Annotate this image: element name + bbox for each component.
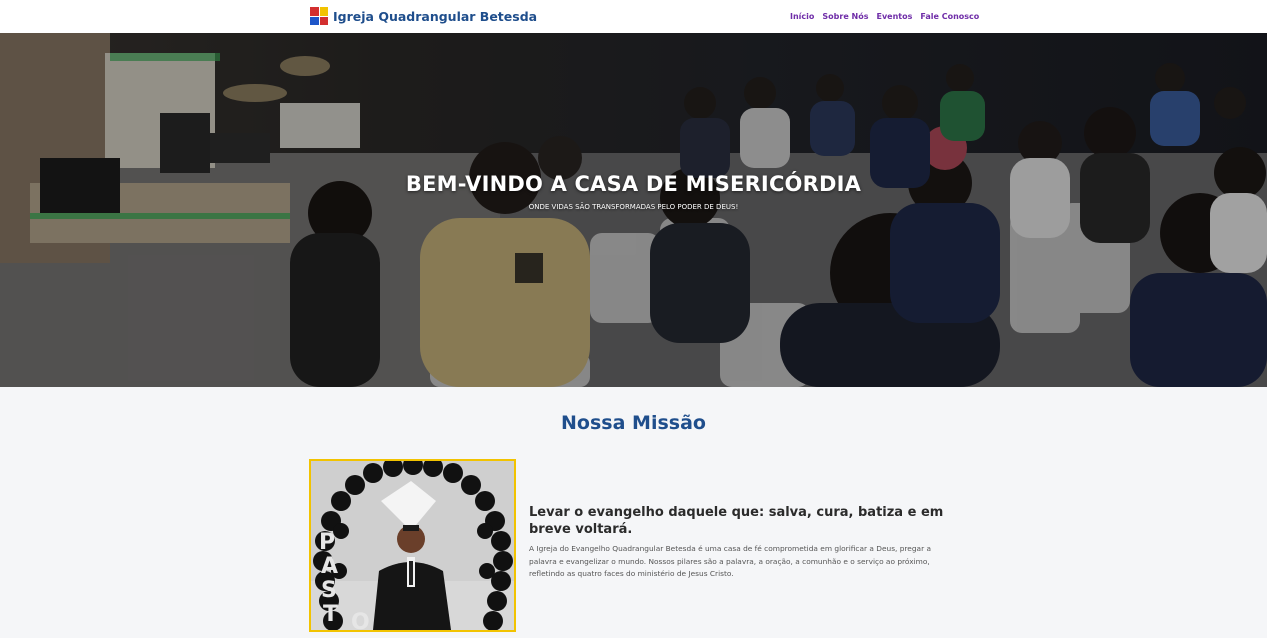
nav-link-inicio[interactable]: Início bbox=[790, 12, 814, 21]
mission-title: Nossa Missão bbox=[561, 412, 706, 434]
svg-text:P: P bbox=[319, 530, 335, 555]
navbar: Igreja Quadrangular Betesda Início Sobre… bbox=[0, 0, 1267, 33]
svg-text:A: A bbox=[321, 554, 338, 579]
mission-heading: Levar o evangelho daquele que: salva, cu… bbox=[529, 505, 944, 537]
quadrangular-logo-icon bbox=[310, 7, 328, 25]
brand-name: Igreja Quadrangular Betesda bbox=[333, 8, 538, 24]
brand-link[interactable]: Igreja Quadrangular Betesda bbox=[310, 7, 537, 25]
hero-title: BEM-VINDO A CASA DE MISERICÓRDIA bbox=[405, 172, 862, 196]
nav-link-eventos[interactable]: Eventos bbox=[877, 12, 913, 21]
svg-text:T: T bbox=[323, 602, 338, 627]
nav-link-sobre-nos[interactable]: Sobre Nós bbox=[822, 12, 868, 21]
nav-link-fale-conosco[interactable]: Fale Conosco bbox=[920, 12, 979, 21]
nav-menu: Início Sobre Nós Eventos Fale Conosco bbox=[790, 12, 979, 21]
mission-text: A Igreja do Evangelho Quadrangular Betes… bbox=[529, 544, 931, 578]
svg-text:S: S bbox=[321, 578, 337, 603]
pastor-photo: PAS TO bbox=[309, 459, 516, 632]
hero-subtitle: ONDE VIDAS SÃO TRANSFORMADAS PELO PODER … bbox=[528, 203, 739, 211]
svg-text:O: O bbox=[351, 610, 370, 630]
hero-banner: BEM-VINDO A CASA DE MISERICÓRDIA ONDE VI… bbox=[0, 33, 1267, 387]
